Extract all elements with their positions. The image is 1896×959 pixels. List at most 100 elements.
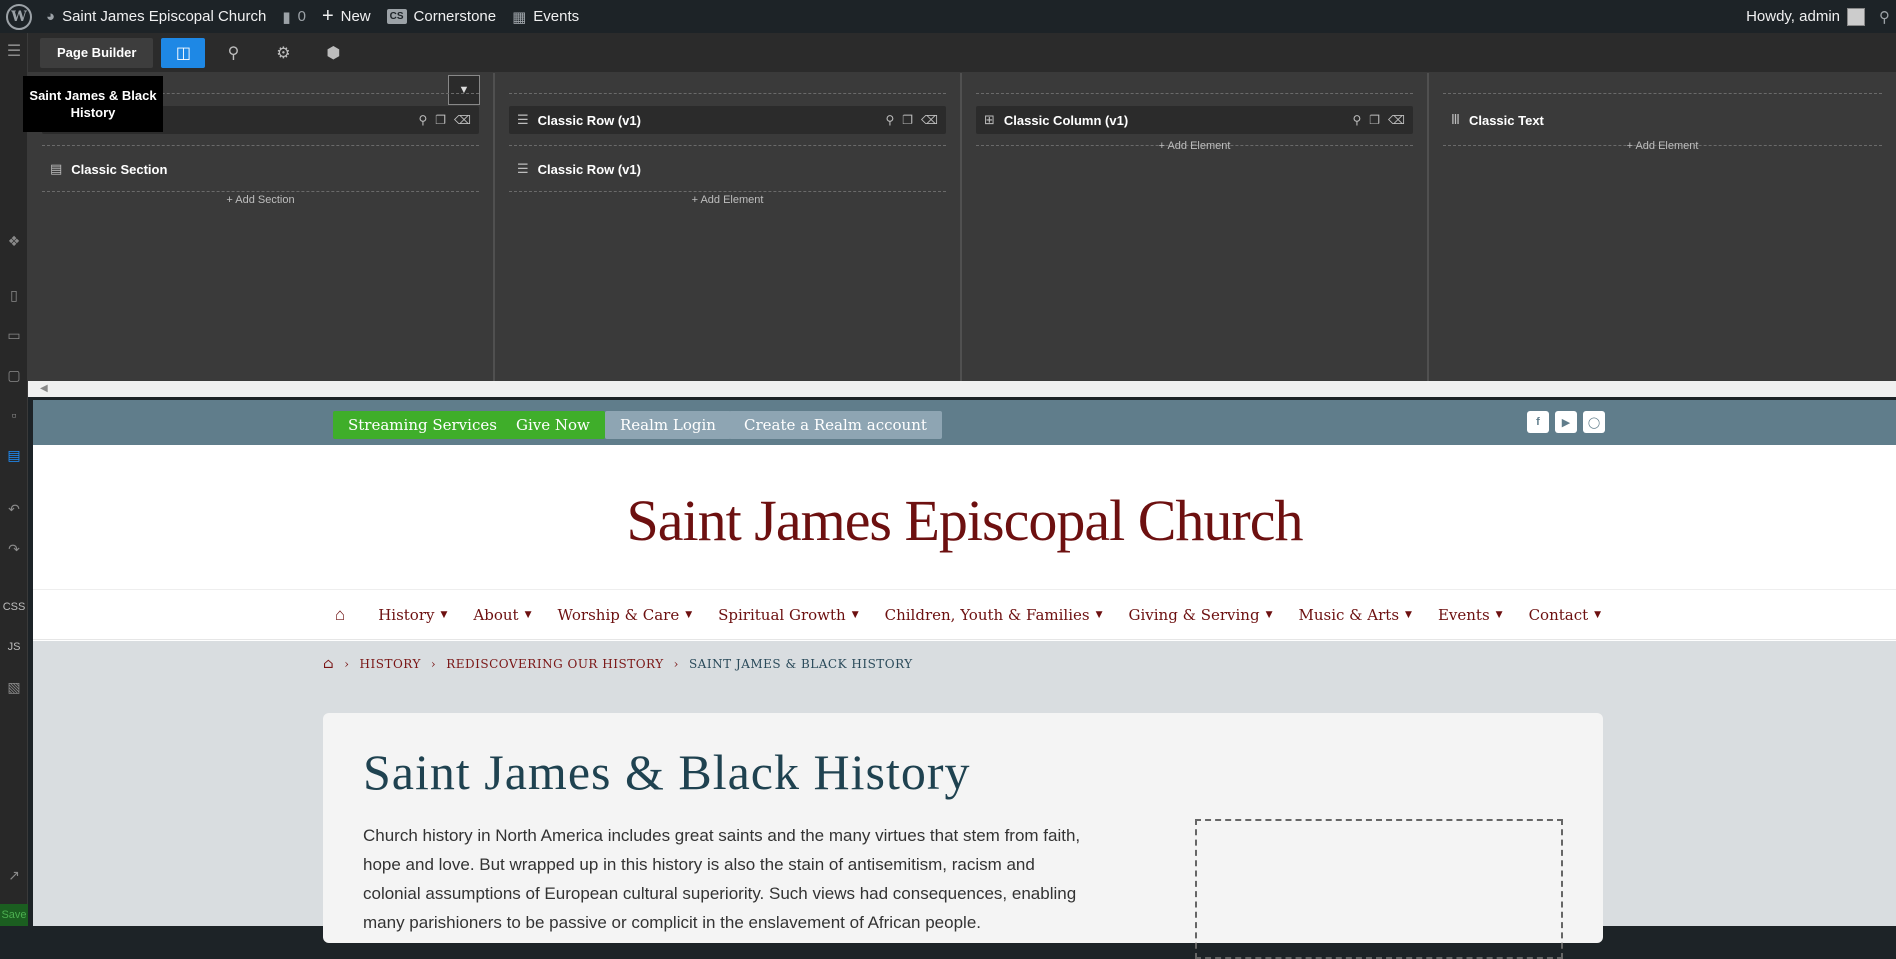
nav-item-children-youth-families[interactable]: Children, Youth & Families ▼ (872, 606, 1116, 624)
trash-icon[interactable]: ⌫ (921, 113, 938, 127)
nav-item-music-arts[interactable]: Music & Arts ▼ (1285, 606, 1424, 624)
nav-label: Children, Youth & Families (884, 605, 1090, 624)
external-link-icon[interactable]: ↗ (0, 867, 28, 884)
add-element-button[interactable]: + Add Element (962, 140, 1427, 152)
home-icon[interactable]: ⌂ (315, 605, 365, 625)
chevron-down-icon[interactable]: ▼ (448, 75, 480, 105)
nav-item-events[interactable]: Events ▼ (1425, 606, 1516, 624)
give-now-button[interactable]: Give Now (501, 411, 605, 439)
add-element-label: Add Element (700, 194, 764, 206)
add-section-label: Add Section (235, 194, 295, 206)
site-name-link[interactable]: ◕ Saint James Episcopal Church (38, 0, 274, 33)
breadcrumb-history[interactable]: HISTORY (360, 657, 421, 671)
home-icon[interactable]: ⌂ (323, 656, 334, 672)
menu-icon[interactable]: ☰ (0, 41, 28, 61)
admin-search-button[interactable]: ⚲ (1873, 0, 1896, 33)
cube-icon[interactable]: ⬢ (311, 38, 355, 68)
comment-icon: ▮ (282, 8, 291, 26)
classic-row-item[interactable]: ☰ Classic Row (v1) (517, 161, 641, 177)
trash-icon[interactable]: ⌫ (454, 113, 471, 127)
breadcrumb: ⌂ › HISTORY › REDISCOVERING OUR HISTORY … (323, 656, 913, 672)
instagram-icon[interactable]: ◯ (1583, 411, 1605, 433)
text-header[interactable]: Ⅲ Classic Text (1443, 106, 1882, 134)
chevron-down-icon: ▼ (1594, 609, 1602, 620)
builder-column-columns: ⊞ Classic Column (v1) ⚲ ❐ ⌫ + Add Elemen… (962, 73, 1429, 381)
copy-icon[interactable]: ❐ (902, 113, 913, 127)
theme-icon[interactable]: ▧ (0, 679, 28, 696)
css-button[interactable]: CSS (0, 601, 28, 613)
comments-link[interactable]: ▮ 0 (274, 0, 314, 33)
wp-logo-button[interactable]: W (0, 0, 38, 33)
nav-item-history[interactable]: History ▼ (365, 606, 460, 624)
chevron-down-icon: ▼ (685, 609, 693, 620)
redo-icon[interactable]: ↷ (0, 541, 28, 558)
desktop-icon[interactable]: ▤ (0, 447, 28, 464)
events-link[interactable]: ▦ Events (504, 0, 587, 33)
search-icon[interactable]: ⚲ (418, 113, 427, 127)
section-icon: ▤ (50, 161, 63, 176)
chevron-down-icon: ▼ (1405, 609, 1412, 620)
classic-section-item[interactable]: ▤ Classic Section (50, 161, 167, 177)
youtube-icon[interactable]: ▶ (1555, 411, 1577, 433)
classic-row-label: Classic Row (v1) (537, 161, 641, 177)
cornerstone-link[interactable]: CS Cornerstone (379, 0, 504, 33)
content-card: Saint James & Black History Church histo… (323, 713, 1603, 959)
nav-item-contact[interactable]: Contact ▼ (1516, 606, 1615, 624)
row-icon: ☰ (517, 161, 529, 176)
realm-login-button[interactable]: Realm Login (605, 411, 731, 439)
image-placeholder (1195, 819, 1563, 959)
add-section-button[interactable]: + Add Section (28, 194, 493, 206)
tablet-landscape-icon[interactable]: ▭ (0, 327, 28, 344)
nav-item-about[interactable]: About ▼ (460, 606, 544, 624)
search-icon[interactable]: ⚲ (885, 113, 894, 127)
search-icon[interactable]: ⚲ (211, 38, 255, 68)
facebook-icon[interactable]: f (1527, 411, 1549, 433)
nav-item-spiritual-growth[interactable]: Spiritual Growth ▼ (705, 606, 871, 624)
page-builder-button[interactable]: Page Builder (40, 37, 154, 68)
undo-icon[interactable]: ↶ (0, 501, 28, 518)
row-header[interactable]: ☰ Classic Row (v1) ⚲ ❐ ⌫ (509, 106, 946, 134)
copy-icon[interactable]: ❐ (435, 113, 446, 127)
site-preview: Streaming Services Give Now Realm Login … (33, 400, 1896, 959)
phone-icon[interactable]: ▯ (0, 287, 28, 304)
gear-icon[interactable]: ⚙ (261, 38, 305, 68)
chevron-down-icon: ▼ (440, 609, 448, 620)
trash-icon[interactable]: ⌫ (1388, 113, 1405, 127)
new-content-link[interactable]: + New (314, 0, 379, 33)
add-element-button[interactable]: + Add Element (495, 194, 960, 206)
column-header[interactable]: ⊞ Classic Column (v1) ⚲ ❐ ⌫ (976, 106, 1413, 134)
create-realm-account-button[interactable]: Create a Realm account (729, 411, 942, 439)
body-text: Church history in North America includes… (363, 826, 1081, 932)
nav-label: Events (1437, 605, 1490, 624)
copy-icon[interactable]: ❐ (1369, 113, 1380, 127)
streaming-services-button[interactable]: Streaming Services (333, 411, 512, 439)
builder-toolbar: Page Builder ◫ ⚲ ⚙ ⬢ (28, 33, 1896, 73)
breadcrumb-rediscovering[interactable]: REDISCOVERING OUR HISTORY (446, 657, 663, 671)
tablet-icon[interactable]: ▢ (0, 367, 28, 384)
events-label: Events (533, 8, 580, 25)
chevron-down-icon: ▼ (524, 609, 532, 620)
nav-item-worship-care[interactable]: Worship & Care ▼ (544, 606, 705, 624)
chevron-down-icon: ▼ (851, 609, 859, 620)
text-header-label: Classic Text (1468, 112, 1544, 128)
new-label: New (340, 8, 371, 25)
save-button[interactable]: Save (0, 904, 28, 926)
chevron-down-icon: ▼ (1265, 609, 1273, 620)
nav-label: Contact (1528, 605, 1589, 624)
text-cursor-icon: Ⅲ (1451, 112, 1460, 127)
search-icon[interactable]: ⚲ (1352, 113, 1361, 127)
laptop-icon[interactable]: ▫ (0, 407, 28, 423)
add-element-button[interactable]: + Add Element (1429, 140, 1896, 152)
column-header-label: Classic Column (v1) (1003, 112, 1129, 128)
breadcrumb-current: SAINT JAMES & BLACK HISTORY (688, 657, 913, 671)
dashboard-icon: ◕ (46, 8, 56, 25)
my-account-link[interactable]: Howdy, admin (1738, 0, 1873, 33)
components-icon[interactable]: ❖ (0, 233, 28, 250)
site-title[interactable]: Saint James Episcopal Church (33, 487, 1896, 554)
js-button[interactable]: JS (0, 641, 28, 653)
breadcrumb-separator: › (344, 657, 350, 671)
horizontal-scrollbar[interactable]: ◀ (28, 381, 1896, 397)
content-area: ⌂ › HISTORY › REDISCOVERING OUR HISTORY … (33, 641, 1896, 959)
nav-item-giving-serving[interactable]: Giving & Serving ▼ (1116, 606, 1286, 624)
layout-panel-icon[interactable]: ◫ (161, 37, 206, 68)
